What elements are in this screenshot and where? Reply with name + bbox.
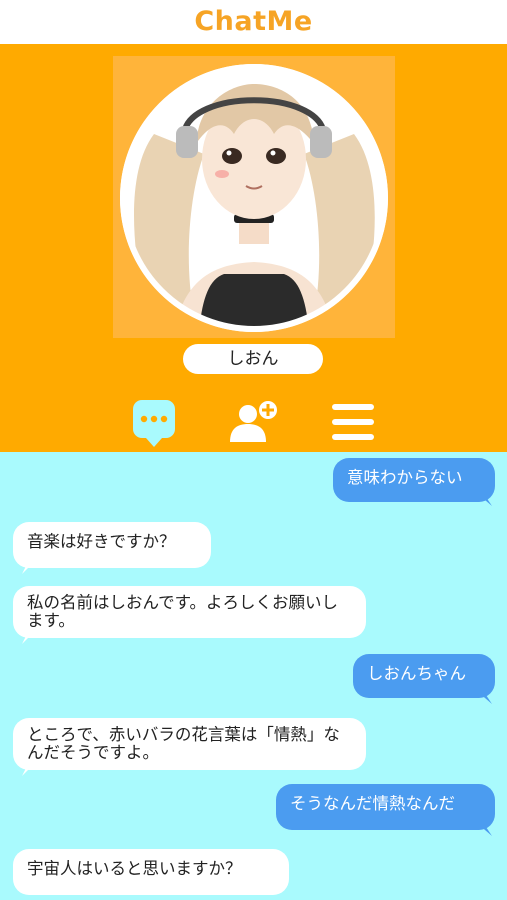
message-bot: 私の名前はしおんです。よろしくお願いします。: [13, 586, 366, 638]
message-bot: 宇宙人はいると思いますか？: [13, 849, 289, 895]
chat-area[interactable]: 意味わからない 音楽は好きですか？ 私の名前はしおんです。よろしくお願いします。…: [0, 452, 507, 900]
app-title: ChatMe: [194, 6, 313, 37]
bubble-tail: [478, 494, 492, 506]
bubble-tail: [478, 692, 492, 704]
bubble-tail: [22, 632, 34, 644]
message-user: そうなんだ情熱なんだ: [276, 784, 495, 830]
bubble-tail: [22, 562, 34, 574]
bubble-tail: [478, 824, 492, 836]
add-friend-icon[interactable]: [228, 400, 280, 444]
bubble-tail: [22, 764, 34, 776]
character-avatar: [120, 64, 388, 332]
message-user: 意味わからない: [333, 458, 495, 502]
app-title-bar: ChatMe: [0, 0, 507, 44]
profile-name: しおん: [183, 344, 323, 374]
menu-icon[interactable]: [330, 400, 376, 444]
message-user: しおんちゃん: [353, 654, 495, 698]
message-bot: 音楽は好きですか？: [13, 522, 211, 568]
chat-bubble-icon[interactable]: [132, 398, 176, 452]
message-bot: ところで、赤いバラの花言葉は「情熱」なんだそうですよ。: [13, 718, 366, 770]
